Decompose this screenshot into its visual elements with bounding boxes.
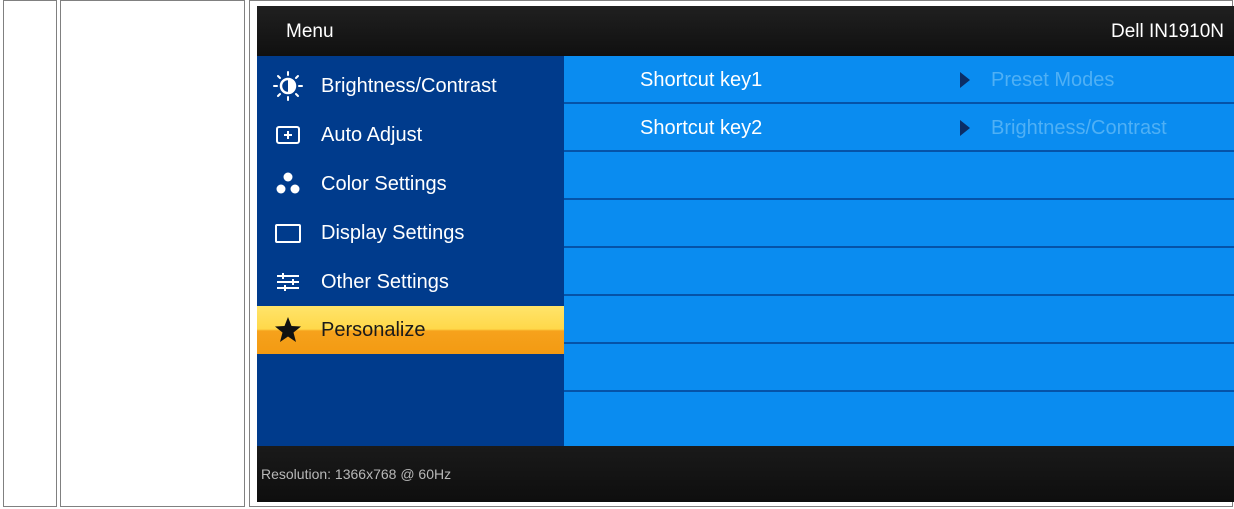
menu-item-label: Auto Adjust: [321, 123, 423, 146]
submenu-row-shortcut-key2[interactable]: Shortcut key2 Brightness/Contrast: [564, 104, 1234, 152]
submenu-row-empty: [564, 152, 1234, 200]
submenu-row-empty: [564, 200, 1234, 248]
main-menu: Brightness/Contrast Auto Adjust Color Se…: [257, 56, 564, 446]
menu-item-label: Color Settings: [321, 172, 447, 195]
menu-item-brightness-contrast[interactable]: Brightness/Contrast: [257, 62, 564, 110]
menu-item-label: Personalize: [321, 318, 426, 341]
menu-item-label: Display Settings: [321, 221, 465, 244]
submenu-row-empty: [564, 344, 1234, 392]
menu-item-label: Other Settings: [321, 270, 449, 293]
menu-item-auto-adjust[interactable]: Auto Adjust: [257, 111, 564, 159]
table-cell-middle: [60, 0, 245, 507]
submenu-row-label: Shortcut key1: [640, 69, 763, 91]
submenu-row-empty: [564, 392, 1234, 446]
menu-item-personalize[interactable]: Personalize: [257, 306, 564, 354]
menu-item-display-settings[interactable]: Display Settings: [257, 209, 564, 257]
other-settings-icon: [273, 267, 303, 297]
page: Menu Dell IN1910N Brightness/Contrast Au…: [0, 0, 1234, 509]
menu-item-label: Brightness/Contrast: [321, 74, 497, 97]
resolution-status: Resolution: 1366x768 @ 60Hz: [261, 466, 452, 482]
star-icon: [273, 315, 303, 345]
osd-title: Menu: [286, 21, 334, 42]
menu-item-other-settings[interactable]: Other Settings: [257, 258, 564, 306]
table-cell-left: [3, 0, 57, 507]
osd-footer: Resolution: 1366x768 @ 60Hz: [257, 446, 1234, 502]
submenu-row-empty: [564, 248, 1234, 296]
display-settings-icon: [273, 218, 303, 248]
osd-header: Menu Dell IN1910N: [257, 6, 1234, 56]
auto-adjust-icon: [273, 120, 303, 150]
submenu-row-value: Brightness/Contrast: [991, 117, 1167, 139]
osd-menu: Menu Dell IN1910N Brightness/Contrast Au…: [257, 6, 1234, 502]
triangle-right-icon: [960, 72, 970, 88]
osd-model-name: Dell IN1910N: [1111, 21, 1224, 42]
brightness-icon: [273, 71, 303, 101]
submenu-row-value: Preset Modes: [991, 69, 1115, 91]
triangle-right-icon: [960, 120, 970, 136]
color-settings-icon: [273, 169, 303, 199]
submenu-panel: Shortcut key1 Preset Modes Shortcut key2…: [564, 56, 1234, 446]
submenu-row-label: Shortcut key2: [640, 117, 763, 139]
menu-item-color-settings[interactable]: Color Settings: [257, 160, 564, 208]
submenu-row-shortcut-key1[interactable]: Shortcut key1 Preset Modes: [564, 56, 1234, 104]
submenu-row-empty: [564, 296, 1234, 344]
